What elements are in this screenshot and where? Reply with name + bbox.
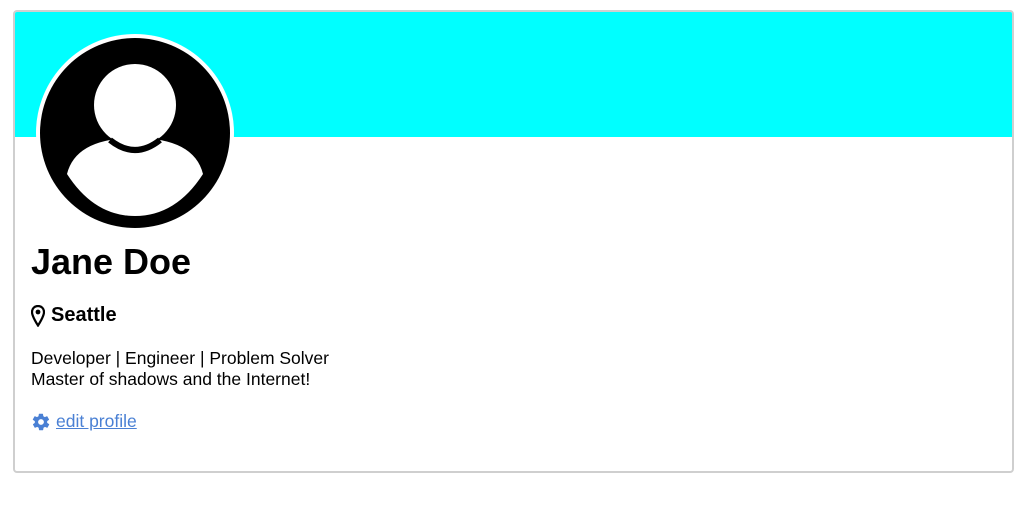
profile-location: Seattle: [31, 304, 117, 327]
map-pin-icon: [31, 304, 45, 327]
profile-bio: Developer | Engineer | Problem Solver Ma…: [31, 348, 329, 390]
edit-profile-label: edit profile: [56, 411, 137, 431]
bio-line: Master of shadows and the Internet!: [31, 369, 311, 389]
gear-icon: [32, 413, 50, 430]
profile-name: Jane Doe: [31, 241, 192, 282]
avatar: [36, 34, 234, 232]
profile-card: Jane Doe Seattle Developer | Engineer | …: [13, 10, 1014, 473]
user-avatar-icon: [40, 38, 230, 228]
edit-profile-link[interactable]: edit profile: [31, 411, 137, 432]
bio-line: Developer | Engineer | Problem Solver: [31, 348, 329, 368]
location-label: Seattle: [51, 304, 117, 326]
